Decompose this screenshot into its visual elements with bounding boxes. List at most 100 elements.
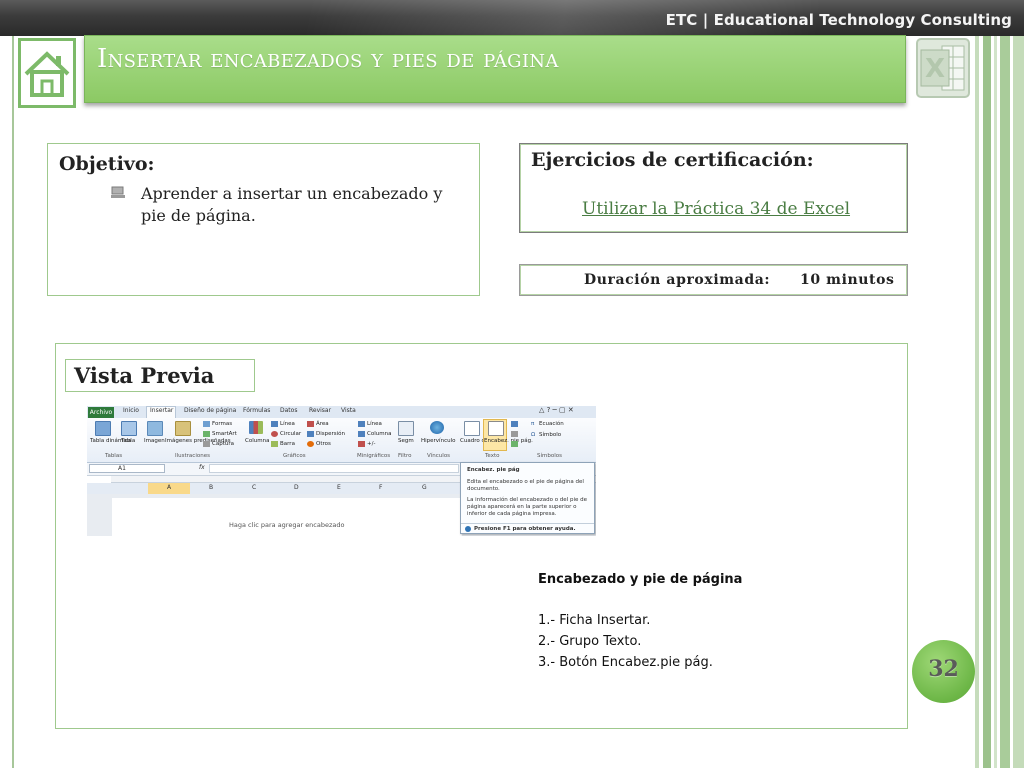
- tab-page-layout[interactable]: Diseño de página: [184, 407, 236, 414]
- signature-icon: [511, 431, 518, 437]
- sparkline-winloss-button[interactable]: +/-: [367, 441, 375, 447]
- window-controls-icon[interactable]: △ ? ─ ▢ ✕: [539, 406, 574, 414]
- other-charts-icon: [307, 441, 314, 447]
- page-layout-sheet[interactable]: [112, 498, 462, 536]
- group-text: Texto: [485, 453, 500, 459]
- decor-strip: [1013, 36, 1024, 768]
- group-tables: Tablas: [105, 453, 123, 459]
- column-header-a[interactable]: A: [167, 484, 171, 491]
- tab-home[interactable]: Inicio: [123, 407, 139, 414]
- decor-strip: [975, 36, 979, 768]
- pie-chart-button[interactable]: Circular: [280, 431, 301, 437]
- computer-bullet-icon: [111, 186, 125, 198]
- symbol-icon: Ω: [531, 432, 536, 438]
- other-charts-button[interactable]: Otros: [316, 441, 331, 447]
- header-footer-tooltip: Encabez. pie pág Edita el encabezado o e…: [460, 462, 595, 534]
- group-symbols: Símbolos: [537, 453, 562, 459]
- column-header-g[interactable]: G: [422, 484, 427, 491]
- tab-file[interactable]: Archivo: [88, 407, 114, 418]
- textbox-button[interactable]: Cuadro de texto: [460, 438, 504, 444]
- group-filter: Filtro: [398, 453, 412, 459]
- title-bar: Insertar encabezados y pies de página: [84, 35, 906, 103]
- capture-button[interactable]: Captura: [212, 441, 234, 447]
- certification-heading: Ejercicios de certificación:: [531, 149, 814, 171]
- column-header-d[interactable]: D: [294, 484, 299, 491]
- instructions-title: Encabezado y pie de página: [538, 572, 743, 587]
- instruction-step: 2.- Grupo Texto.: [538, 634, 642, 649]
- preview-heading: Vista Previa: [74, 363, 215, 388]
- clipart-button[interactable]: Imágenes prediseñadas: [165, 438, 231, 444]
- home-button[interactable]: [18, 38, 76, 108]
- objective-text: Aprender a insertar un encabezado y pie …: [141, 184, 443, 225]
- pivot-table-icon: [95, 421, 111, 436]
- clipart-icon: [175, 421, 191, 436]
- image-button[interactable]: Imagen: [144, 438, 165, 444]
- preview-heading-box: Vista Previa: [65, 359, 255, 392]
- objective-box: Objetivo: Aprender a insertar un encabez…: [47, 143, 480, 296]
- smartart-button[interactable]: SmartArt: [212, 431, 237, 437]
- certification-box: Ejercicios de certificación: Utilizar la…: [519, 143, 908, 233]
- hyperlink-button[interactable]: Hipervínculo: [421, 438, 455, 444]
- bar-chart-button[interactable]: Barra: [280, 441, 295, 447]
- scatter-chart-button[interactable]: Dispersión: [316, 431, 345, 437]
- line-chart-icon: [271, 421, 278, 427]
- wordart-icon: [511, 421, 518, 427]
- help-icon: [465, 526, 471, 532]
- pivot-table-button[interactable]: Tabla dinámica: [90, 438, 131, 444]
- tab-data[interactable]: Datos: [280, 407, 297, 414]
- fx-icon[interactable]: fx: [199, 464, 205, 471]
- capture-icon: [203, 441, 210, 447]
- table-button[interactable]: Tabla: [121, 438, 135, 444]
- sparkline-line-icon: [358, 421, 365, 427]
- page-title: Insertar encabezados y pies de página: [97, 44, 559, 74]
- equation-icon: π: [531, 421, 535, 427]
- shapes-button[interactable]: Formas: [212, 421, 232, 427]
- header-footer-button[interactable]: Encabez. pie pág.: [484, 438, 533, 444]
- preview-box: [55, 343, 908, 729]
- tab-view[interactable]: Vista: [341, 407, 356, 414]
- scatter-chart-icon: [307, 431, 314, 437]
- smartart-icon: [203, 431, 210, 437]
- column-header-c[interactable]: C: [252, 484, 256, 491]
- area-chart-button[interactable]: Área: [316, 421, 329, 427]
- group-links: Vínculos: [427, 453, 451, 459]
- equation-button[interactable]: Ecuación: [539, 421, 564, 427]
- tab-formulas[interactable]: Fórmulas: [243, 407, 270, 414]
- left-rule: [12, 36, 14, 768]
- header-placeholder[interactable]: Haga clic para agregar encabezado: [229, 521, 345, 529]
- formula-input[interactable]: [209, 464, 459, 473]
- tab-review[interactable]: Revisar: [309, 407, 331, 414]
- symbol-button[interactable]: Símbolo: [539, 432, 561, 438]
- practice-link[interactable]: Utilizar la Práctica 34 de Excel: [582, 199, 850, 219]
- tooltip-line2: La información del encabezado o del pie …: [467, 497, 587, 517]
- home-icon: [24, 51, 70, 97]
- column-header-e[interactable]: E: [337, 484, 341, 491]
- duration-box: Duración aproximada: 10 minutos: [519, 264, 908, 296]
- sparkline-winloss-icon: [358, 441, 365, 447]
- table-icon: [121, 421, 137, 436]
- slicer-button[interactable]: Segm: [398, 438, 414, 444]
- column-header-f[interactable]: F: [379, 484, 382, 491]
- sparkline-column-button[interactable]: Columna: [367, 431, 391, 437]
- decor-strip: [1000, 36, 1010, 768]
- page-number: 32: [928, 656, 959, 682]
- name-box[interactable]: A1: [89, 464, 165, 473]
- tab-insert[interactable]: Insertar: [150, 407, 173, 414]
- object-icon: [511, 441, 518, 447]
- tooltip-divider: [461, 523, 594, 524]
- svg-text:X: X: [925, 54, 945, 84]
- column-chart-button[interactable]: Columna: [245, 438, 269, 444]
- column-header-b[interactable]: B: [209, 484, 213, 491]
- line-chart-button[interactable]: Línea: [280, 421, 295, 427]
- textbox-icon: [464, 421, 480, 436]
- group-charts: Gráficos: [283, 453, 306, 459]
- top-banner: ETC | Educational Technology Consulting: [0, 0, 1024, 36]
- pie-chart-icon: [271, 431, 278, 437]
- sparkline-column-icon: [358, 431, 365, 437]
- hyperlink-icon: [430, 421, 444, 434]
- shapes-icon: [203, 421, 210, 427]
- group-sparklines: Minigráficos: [357, 453, 391, 459]
- image-icon: [147, 421, 163, 436]
- sparkline-line-button[interactable]: Línea: [367, 421, 382, 427]
- tooltip-title: Encabez. pie pág: [467, 467, 520, 473]
